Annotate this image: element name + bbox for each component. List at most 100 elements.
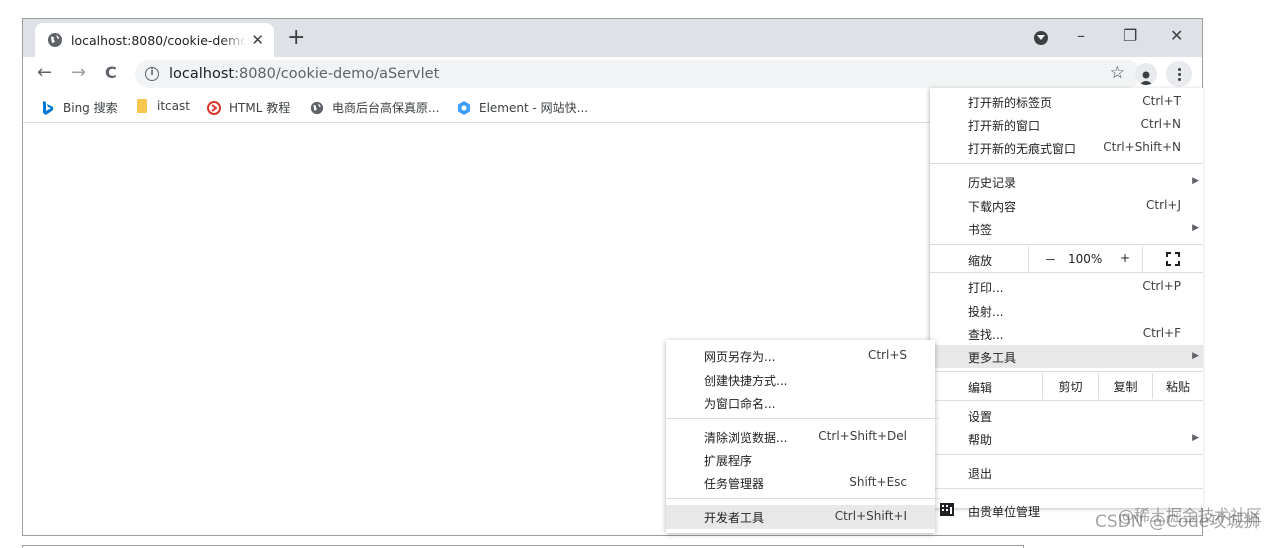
menu-print[interactable]: 打印... Ctrl+P bbox=[930, 275, 1203, 298]
menu-label: 开发者工具 bbox=[704, 511, 765, 525]
submenu-devtools[interactable]: 开发者工具 Ctrl+Shift+I bbox=[666, 505, 935, 529]
menu-cast[interactable]: 投射... bbox=[930, 299, 1203, 322]
building-icon bbox=[940, 503, 954, 519]
menu-managed[interactable]: 由贵单位管理 bbox=[930, 499, 1203, 522]
profile-avatar-icon[interactable] bbox=[1135, 63, 1157, 85]
bookmark-html[interactable]: HTML 教程 bbox=[207, 99, 290, 116]
menu-shortcut: Ctrl+S bbox=[867, 348, 907, 362]
back-icon[interactable]: ← bbox=[37, 63, 52, 83]
menu-separator bbox=[666, 498, 939, 499]
submenu-extensions[interactable]: 扩展程序 bbox=[666, 448, 935, 471]
globe-icon bbox=[47, 32, 63, 48]
menu-new-tab[interactable]: 打开新的标签页 Ctrl+T bbox=[930, 90, 1203, 113]
menu-more-tools[interactable]: 更多工具 ▶ bbox=[930, 345, 1203, 368]
menu-incognito[interactable]: 打开新的无痕式窗口 Ctrl+Shift+N bbox=[930, 136, 1203, 159]
menu-separator bbox=[930, 163, 1203, 164]
menu-shortcut: Ctrl+P bbox=[1142, 279, 1181, 293]
menu-help[interactable]: 帮助 ▶ bbox=[930, 427, 1203, 450]
bookmark-bing[interactable]: Bing 搜索 bbox=[41, 99, 118, 116]
bookmark-label: Element - 网站快... bbox=[479, 101, 589, 115]
bookmark-label: 电商后台高保真原... bbox=[332, 101, 440, 115]
restore-icon[interactable]: ❐ bbox=[1123, 26, 1137, 46]
minimize-icon[interactable]: – bbox=[1077, 26, 1085, 46]
url-host: localhost bbox=[169, 66, 235, 82]
fullscreen-icon bbox=[1166, 252, 1180, 266]
menu-label: 打印... bbox=[968, 281, 1004, 295]
menu-separator bbox=[930, 244, 1203, 245]
menu-label: 清除浏览数据... bbox=[704, 431, 788, 445]
menu-separator bbox=[930, 488, 1203, 489]
menu-edit-row: 编辑 剪切 复制 粘贴 bbox=[930, 373, 1203, 399]
menu-find[interactable]: 查找... Ctrl+F bbox=[930, 322, 1203, 345]
submenu-create-shortcut[interactable]: 创建快捷方式... bbox=[666, 368, 935, 391]
copy-button[interactable]: 复制 bbox=[1098, 373, 1152, 399]
active-tab[interactable]: localhost:8080/cookie-demo/aServlet ✕ bbox=[35, 23, 274, 57]
more-menu-icon[interactable] bbox=[1166, 61, 1192, 87]
runoob-icon bbox=[207, 100, 221, 115]
zoom-value: 100% bbox=[1068, 252, 1103, 266]
menu-label: 打开新的窗口 bbox=[968, 119, 1041, 133]
fullscreen-button[interactable] bbox=[1142, 246, 1203, 272]
menu-label: 由贵单位管理 bbox=[968, 505, 1041, 519]
submenu-arrow-icon: ▶ bbox=[1192, 223, 1199, 233]
menu-label: 下载内容 bbox=[968, 200, 1017, 214]
bookmark-ecommerce[interactable]: 电商后台高保真原... bbox=[310, 99, 439, 116]
bookmark-itcast[interactable]: itcast bbox=[135, 99, 190, 113]
menu-separator bbox=[930, 400, 1203, 401]
edit-label: 编辑 bbox=[968, 381, 993, 395]
element-icon bbox=[457, 100, 471, 115]
menu-shortcut: Shift+Esc bbox=[849, 475, 907, 489]
menu-shortcut: Ctrl+Shift+N bbox=[1103, 140, 1181, 154]
menu-settings[interactable]: 设置 bbox=[930, 404, 1203, 427]
toolbar: ← → C i localhost :8080/cookie-demo/aSer… bbox=[23, 57, 1202, 91]
menu-shortcut: Ctrl+T bbox=[1142, 94, 1181, 108]
menu-label: 扩展程序 bbox=[704, 454, 753, 468]
menu-label: 投射... bbox=[968, 305, 1004, 319]
menu-label: 为窗口命名... bbox=[704, 397, 776, 411]
menu-downloads[interactable]: 下载内容 Ctrl+J bbox=[930, 194, 1203, 217]
tab-title: localhost:8080/cookie-demo/aServlet bbox=[71, 32, 247, 48]
zoom-in-button[interactable]: + bbox=[1120, 251, 1130, 265]
bookmark-star-icon[interactable]: ☆ bbox=[1110, 63, 1125, 83]
tab-strip: localhost:8080/cookie-demo/aServlet ✕ + … bbox=[23, 19, 1202, 57]
menu-shortcut: Ctrl+Shift+Del bbox=[818, 429, 907, 443]
chrome-main-menu: 打开新的标签页 Ctrl+T 打开新的窗口 Ctrl+N 打开新的无痕式窗口 C… bbox=[930, 88, 1203, 519]
cut-button[interactable]: 剪切 bbox=[1042, 373, 1098, 399]
paste-button[interactable]: 粘贴 bbox=[1152, 373, 1203, 399]
submenu-arrow-icon: ▶ bbox=[1192, 433, 1199, 443]
menu-new-window[interactable]: 打开新的窗口 Ctrl+N bbox=[930, 113, 1203, 136]
site-info-icon[interactable]: i bbox=[145, 67, 159, 81]
menu-label: 任务管理器 bbox=[704, 477, 765, 491]
forward-icon[interactable]: → bbox=[71, 63, 86, 83]
submenu-arrow-icon: ▶ bbox=[1192, 351, 1199, 361]
address-bar[interactable]: i localhost :8080/cookie-demo/aServlet ☆ bbox=[135, 60, 1141, 88]
bookmark-label: itcast bbox=[157, 99, 190, 113]
tab-search-icon[interactable] bbox=[1034, 31, 1048, 45]
menu-exit[interactable]: 退出 bbox=[930, 461, 1203, 484]
menu-history[interactable]: 历史记录 ▶ bbox=[930, 170, 1203, 193]
tab-close-icon[interactable]: ✕ bbox=[251, 31, 264, 49]
bookmark-element[interactable]: Element - 网站快... bbox=[457, 99, 588, 116]
submenu-name-window[interactable]: 为窗口命名... bbox=[666, 391, 935, 414]
close-window-icon[interactable]: ✕ bbox=[1170, 26, 1183, 46]
menu-separator bbox=[930, 454, 1203, 455]
submenu-save-page[interactable]: 网页另存为... Ctrl+S bbox=[666, 344, 935, 367]
menu-label: 书签 bbox=[968, 223, 993, 237]
menu-shortcut: Ctrl+Shift+I bbox=[834, 509, 907, 523]
reload-icon[interactable]: C bbox=[105, 63, 117, 83]
more-tools-submenu: 网页另存为... Ctrl+S 创建快捷方式... 为窗口命名... 清除浏览数… bbox=[666, 340, 939, 533]
submenu-clear-data[interactable]: 清除浏览数据... Ctrl+Shift+Del bbox=[666, 425, 935, 448]
menu-shortcut: Ctrl+N bbox=[1140, 117, 1181, 131]
submenu-arrow-icon: ▶ bbox=[1192, 176, 1199, 186]
menu-shortcut: Ctrl+J bbox=[1146, 198, 1181, 212]
menu-label: 历史记录 bbox=[968, 176, 1017, 190]
menu-label: 退出 bbox=[968, 467, 993, 481]
url-path: :8080/cookie-demo/aServlet bbox=[234, 66, 440, 82]
menu-label: 更多工具 bbox=[968, 351, 1017, 365]
bookmark-label: Bing 搜索 bbox=[63, 101, 118, 115]
globe-icon bbox=[310, 101, 324, 115]
submenu-task-manager[interactable]: 任务管理器 Shift+Esc bbox=[666, 471, 935, 494]
menu-bookmarks[interactable]: 书签 ▶ bbox=[930, 217, 1203, 240]
zoom-out-button[interactable]: － bbox=[1028, 246, 1072, 272]
new-tab-button[interactable]: + bbox=[287, 25, 305, 51]
